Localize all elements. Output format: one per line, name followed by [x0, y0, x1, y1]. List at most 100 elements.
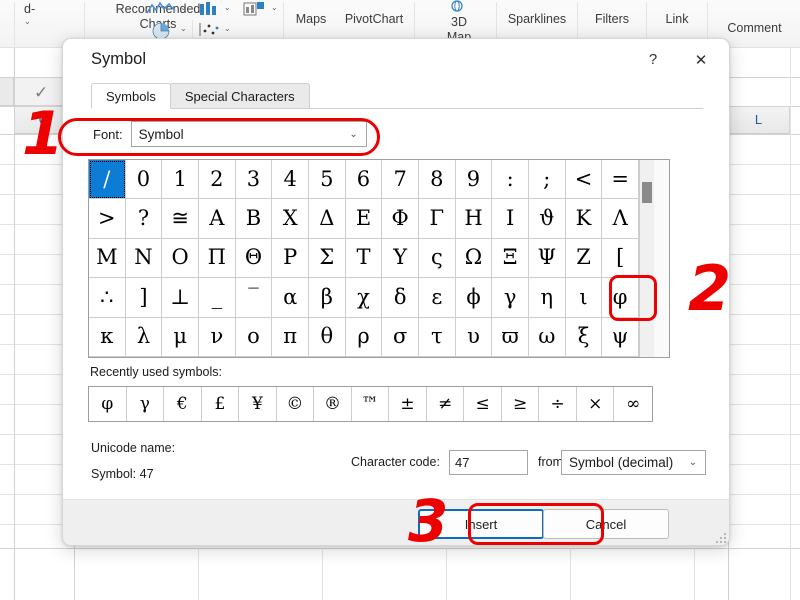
symbol-cell[interactable]: ι — [566, 278, 603, 317]
character-code-input[interactable] — [449, 450, 528, 475]
line-chart-icon[interactable] — [146, 1, 176, 17]
symbol-cell[interactable]: Ε — [346, 199, 383, 238]
resize-grip[interactable] — [714, 531, 726, 543]
symbol-cell[interactable]: 8 — [419, 160, 456, 199]
symbol-cell[interactable]: Ω — [456, 239, 493, 278]
recently-used-cell[interactable]: ≥ — [502, 387, 540, 421]
symbol-cell[interactable]: Ο — [162, 239, 199, 278]
recently-used-cell[interactable]: ≠ — [427, 387, 465, 421]
symbol-cell[interactable]: _ — [199, 278, 236, 317]
dialog-titlebar[interactable]: Symbol ? ✕ — [63, 39, 729, 83]
recently-used-cell[interactable]: € — [164, 387, 202, 421]
symbol-cell[interactable]: ≅ — [162, 199, 199, 238]
chevron-down-icon[interactable]: ⌄ — [224, 3, 231, 12]
symbol-cell[interactable]: ‾ — [236, 278, 273, 317]
symbol-cell[interactable]: χ — [346, 278, 383, 317]
symbol-grid-panel[interactable]: /0123456789:;<=>?≅ΑΒΧΔΕΦΓΗΙϑΚΛΜΝΟΠΘΡΣΤΥς… — [88, 159, 670, 358]
symbol-cell[interactable]: ; — [529, 160, 566, 199]
symbol-cell[interactable]: ο — [236, 318, 273, 357]
symbol-cell[interactable]: Α — [199, 199, 236, 238]
chevron-down-icon[interactable]: ⌄ — [681, 451, 705, 474]
symbol-grid[interactable]: /0123456789:;<=>?≅ΑΒΧΔΕΦΓΗΙϑΚΛΜΝΟΠΘΡΣΤΥς… — [89, 160, 639, 357]
symbol-cell[interactable]: υ — [456, 318, 493, 357]
symbol-cell[interactable]: 7 — [382, 160, 419, 199]
symbol-cell[interactable]: ρ — [346, 318, 383, 357]
symbol-cell[interactable]: β — [309, 278, 346, 317]
symbol-cell[interactable]: ] — [126, 278, 163, 317]
symbol-cell[interactable]: 1 — [162, 160, 199, 199]
symbol-cell[interactable]: Η — [456, 199, 493, 238]
symbol-cell[interactable]: / — [89, 160, 126, 199]
symbol-cell[interactable]: Ρ — [272, 239, 309, 278]
help-button[interactable]: ? — [631, 43, 675, 76]
symbol-cell[interactable]: λ — [126, 318, 163, 357]
scrollbar-thumb[interactable] — [642, 182, 652, 203]
recently-used-cell[interactable]: × — [577, 387, 615, 421]
symbol-cell[interactable]: ϑ — [529, 199, 566, 238]
recently-used-cell[interactable]: ™ — [352, 387, 390, 421]
symbol-grid-scrollbar[interactable] — [639, 160, 654, 357]
column-chart-icon[interactable] — [199, 1, 219, 16]
symbol-cell[interactable]: Ν — [126, 239, 163, 278]
chevron-down-icon[interactable]: ⌄ — [180, 3, 187, 12]
recently-used-cell[interactable]: ± — [389, 387, 427, 421]
symbol-cell[interactable]: [ — [602, 239, 639, 278]
symbol-cell[interactable]: 6 — [346, 160, 383, 199]
symbol-cell[interactable]: Υ — [382, 239, 419, 278]
symbol-cell[interactable]: ψ — [602, 318, 639, 357]
symbol-cell[interactable]: Μ — [89, 239, 126, 278]
recently-used-grid[interactable]: φγ€£¥©®™±≠≤≥÷×∞ — [88, 386, 653, 422]
symbol-cell[interactable]: = — [602, 160, 639, 199]
symbol-cell[interactable]: Σ — [309, 239, 346, 278]
symbol-cell[interactable]: ∴ — [89, 278, 126, 317]
symbol-cell[interactable]: > — [89, 199, 126, 238]
scatter-chart-icon[interactable] — [199, 22, 221, 38]
recently-used-cell[interactable]: ® — [314, 387, 352, 421]
symbol-cell[interactable]: ω — [529, 318, 566, 357]
recently-used-cell[interactable]: γ — [127, 387, 165, 421]
symbol-cell[interactable]: ν — [199, 318, 236, 357]
recently-used-cell[interactable]: ∞ — [614, 387, 652, 421]
symbol-cell[interactable]: < — [566, 160, 603, 199]
symbol-cell[interactable]: Χ — [272, 199, 309, 238]
symbol-cell[interactable]: Ξ — [492, 239, 529, 278]
symbol-cell[interactable]: 3 — [236, 160, 273, 199]
symbol-cell[interactable]: Φ — [382, 199, 419, 238]
symbol-cell[interactable]: 2 — [199, 160, 236, 199]
symbol-cell[interactable]: ϕ — [456, 278, 493, 317]
recently-used-cell[interactable]: ÷ — [539, 387, 577, 421]
column-header-l[interactable]: L — [728, 106, 790, 134]
close-button[interactable]: ✕ — [679, 43, 723, 76]
symbol-cell[interactable]: ε — [419, 278, 456, 317]
symbol-cell[interactable]: : — [492, 160, 529, 199]
recently-used-cell[interactable]: ≤ — [464, 387, 502, 421]
symbol-cell[interactable]: Θ — [236, 239, 273, 278]
symbol-cell[interactable]: 9 — [456, 160, 493, 199]
symbol-cell[interactable]: Λ — [602, 199, 639, 238]
symbol-cell[interactable]: Β — [236, 199, 273, 238]
symbol-cell[interactable]: 4 — [272, 160, 309, 199]
tab-symbols[interactable]: Symbols — [91, 83, 171, 109]
symbol-cell[interactable]: 0 — [126, 160, 163, 199]
chevron-down-icon[interactable]: ⌄ — [224, 24, 231, 33]
recently-used-cell[interactable]: φ — [89, 387, 127, 421]
symbol-cell[interactable]: ς — [419, 239, 456, 278]
symbol-cell[interactable]: ξ — [566, 318, 603, 357]
symbol-cell[interactable]: Ψ — [529, 239, 566, 278]
symbol-cell[interactable]: π — [272, 318, 309, 357]
symbol-cell[interactable]: α — [272, 278, 309, 317]
symbol-cell[interactable]: Κ — [566, 199, 603, 238]
symbol-cell[interactable]: δ — [382, 278, 419, 317]
symbol-cell[interactable]: Δ — [309, 199, 346, 238]
symbol-cell[interactable]: Π — [199, 239, 236, 278]
symbol-cell[interactable]: θ — [309, 318, 346, 357]
symbol-cell[interactable]: τ — [419, 318, 456, 357]
recently-used-cell[interactable]: © — [277, 387, 315, 421]
chevron-down-icon[interactable]: ⌄ — [180, 24, 187, 33]
symbol-cell[interactable]: Τ — [346, 239, 383, 278]
symbol-cell[interactable]: ⊥ — [162, 278, 199, 317]
recently-used-cell[interactable]: ¥ — [239, 387, 277, 421]
symbol-cell[interactable]: κ — [89, 318, 126, 357]
symbol-cell[interactable]: ϖ — [492, 318, 529, 357]
symbol-cell[interactable]: Γ — [419, 199, 456, 238]
